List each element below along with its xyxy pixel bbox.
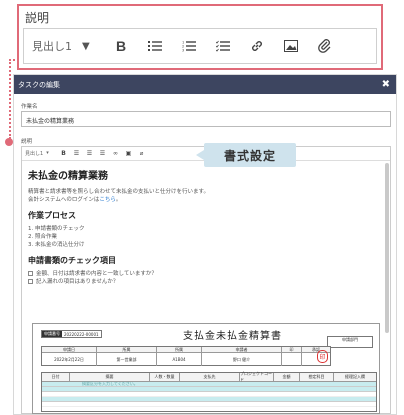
- attachment-button[interactable]: [308, 29, 342, 63]
- task-name-input[interactable]: 未払金の精算業務: [21, 111, 391, 127]
- table-header-cell: 申請日: [42, 347, 97, 352]
- caret-down-icon: ▾: [46, 150, 49, 156]
- editor-heading-label: 見出し1: [25, 151, 44, 157]
- checklist-button[interactable]: [206, 29, 240, 63]
- table-header-cell: 人数・数量: [150, 373, 180, 381]
- bold-icon: B: [115, 38, 127, 54]
- process-step: 1. 申請書類のチェック: [28, 226, 85, 232]
- login-link[interactable]: こちら: [99, 197, 116, 203]
- close-icon[interactable]: ✖: [382, 79, 390, 90]
- process-heading: 作業プロセス: [28, 211, 76, 220]
- heading-select-label: 見出し1: [32, 40, 72, 53]
- callout-connector-line: [9, 59, 11, 139]
- callout-connector-dot: [5, 138, 13, 146]
- description-label: 説明: [25, 11, 50, 25]
- editor-image-icon[interactable]: ▣: [122, 150, 135, 157]
- check-heading: 申請書類のチェック項目: [28, 256, 116, 265]
- table-cell: 2022年2月22日: [42, 353, 97, 366]
- table-header-cell: 勘定科目: [300, 373, 334, 381]
- checkbox[interactable]: [28, 271, 33, 276]
- editor-scrollbar[interactable]: [385, 163, 389, 333]
- editor-paperclip-icon[interactable]: ⌀: [135, 150, 148, 157]
- numbered-list-icon: 1 2 3: [182, 41, 196, 53]
- checklist-item-label: 金額、日付は請求書の内容と一致していますか？: [36, 271, 157, 277]
- table-header-cell: 印: [282, 347, 302, 352]
- description-editor[interactable]: 見出し1 ▾ B ☰ ☰ ☰ ∞ ▣ ⌀ 未払金の精算業務 精算書と請求書等を照…: [21, 146, 391, 414]
- checkbox[interactable]: [28, 279, 33, 284]
- table-header-cell: 金額: [274, 373, 300, 381]
- zoomed-toolbar-callout: 説明 見出し1 ▼ B 1 2 3: [17, 4, 383, 70]
- application-number-value: 20220222-00001: [64, 331, 99, 337]
- expense-detail-table: 日付 摘要 人数・数量 支払先 プロジェクトコード 金額 勘定科目 経理記入欄 …: [41, 371, 377, 412]
- intro-line-2: 会計システムへのログインはこちら。: [28, 196, 384, 204]
- table-cell: [282, 353, 302, 366]
- link-button[interactable]: [240, 29, 274, 63]
- department-box: 申請部門: [327, 336, 373, 348]
- table-header-cell: 摘要: [70, 373, 150, 381]
- content-heading: 未払金の精算業務: [28, 171, 108, 182]
- editor-heading-select[interactable]: 見出し1 ▾: [25, 150, 57, 157]
- table-cell: 野口 健介: [202, 353, 282, 366]
- dialog-title: タスクの編集: [18, 80, 60, 89]
- table-cell: 第一営業部: [97, 353, 157, 366]
- application-number-label: 申請番号: [42, 331, 62, 337]
- format-toolbar: 見出し1 ▼ B 1 2 3: [23, 28, 377, 64]
- paperclip-icon: [318, 39, 331, 53]
- table-header-cell: 申請者: [202, 347, 282, 352]
- applicant-table: 申請日 所属 所属 申請者 印 承認 2022年2月22日 第一営業部 A1B0…: [41, 346, 331, 366]
- intro-line-2-suffix: 。: [115, 197, 122, 203]
- department-label: 申請部門: [342, 337, 358, 342]
- task-edit-dialog: タスクの編集 ✖ 作業名 未払金の精算業務 説明 見出し1 ▾ B ☰ ☰ ☰ …: [13, 74, 397, 415]
- caret-down-icon: ▼: [82, 40, 90, 52]
- editor-link-icon[interactable]: ∞: [109, 150, 122, 157]
- seal-stamp: 印: [317, 350, 328, 363]
- checklist-icon: [216, 40, 230, 52]
- editor-bullet-list-icon[interactable]: ☰: [70, 150, 83, 157]
- format-settings-tooltip: 書式設定: [196, 143, 296, 167]
- task-name-label: 作業名: [21, 104, 38, 110]
- description-field-label: 説明: [21, 139, 33, 145]
- numbered-list-button[interactable]: 1 2 3: [172, 29, 206, 63]
- table-header-cell: 経理記入欄: [345, 374, 365, 379]
- table-header-cell: 所属: [157, 347, 202, 352]
- editor-content[interactable]: 未払金の精算業務 精算書と請求書等を照らし合わせて未払金の支払いと仕分けを行いま…: [28, 165, 384, 286]
- application-number: 申請番号 20220222-00001: [41, 330, 102, 338]
- document-title: 支払金未払金精算書: [183, 331, 282, 342]
- process-step: 2. 照合作業: [28, 234, 57, 240]
- svg-text:3: 3: [182, 49, 184, 53]
- table-header-cell: 日付: [42, 373, 70, 381]
- applicant-table-row: 2022年2月22日 第一営業部 A1B04 野口 健介: [42, 353, 330, 366]
- checklist-item: 記入漏れの項目はありませんか？: [28, 278, 384, 286]
- process-step: 3. 未払金の消込仕分け: [28, 242, 85, 248]
- link-icon: [252, 41, 262, 51]
- table-header-cell: 所属: [97, 347, 157, 352]
- editor-numbered-list-icon[interactable]: ☰: [83, 150, 96, 157]
- bold-button[interactable]: B: [104, 29, 138, 63]
- image-icon: [284, 40, 298, 52]
- dialog-header: タスクの編集 ✖: [14, 75, 396, 94]
- table-header-cell: 支払先: [180, 373, 240, 381]
- table-header-cell: プロジェクトコード: [240, 371, 274, 382]
- expense-row: [42, 402, 376, 407]
- editor-checklist-icon[interactable]: ☰: [96, 150, 109, 157]
- intro-line-1: 精算書と請求書等を照らし合わせて未払金の支払いと仕分けを行います。: [28, 189, 209, 195]
- image-button[interactable]: [274, 29, 308, 63]
- intro-line-2-text: 会計システムへのログインは: [28, 197, 100, 203]
- table-cell: A1B04: [157, 353, 202, 366]
- expense-form-image: 申請番号 20220222-00001 支払金未払金精算書 申請部門 申請日 所…: [32, 323, 380, 414]
- checklist-item-label: 記入漏れの項目はありませんか？: [36, 279, 119, 285]
- bullet-list-icon: [148, 41, 162, 51]
- checklist-item: 金額、日付は請求書の内容と一致していますか？: [28, 270, 384, 278]
- heading-select[interactable]: 見出し1 ▼: [24, 29, 104, 63]
- editor-bold-button[interactable]: B: [57, 150, 70, 157]
- bullet-list-button[interactable]: [138, 29, 172, 63]
